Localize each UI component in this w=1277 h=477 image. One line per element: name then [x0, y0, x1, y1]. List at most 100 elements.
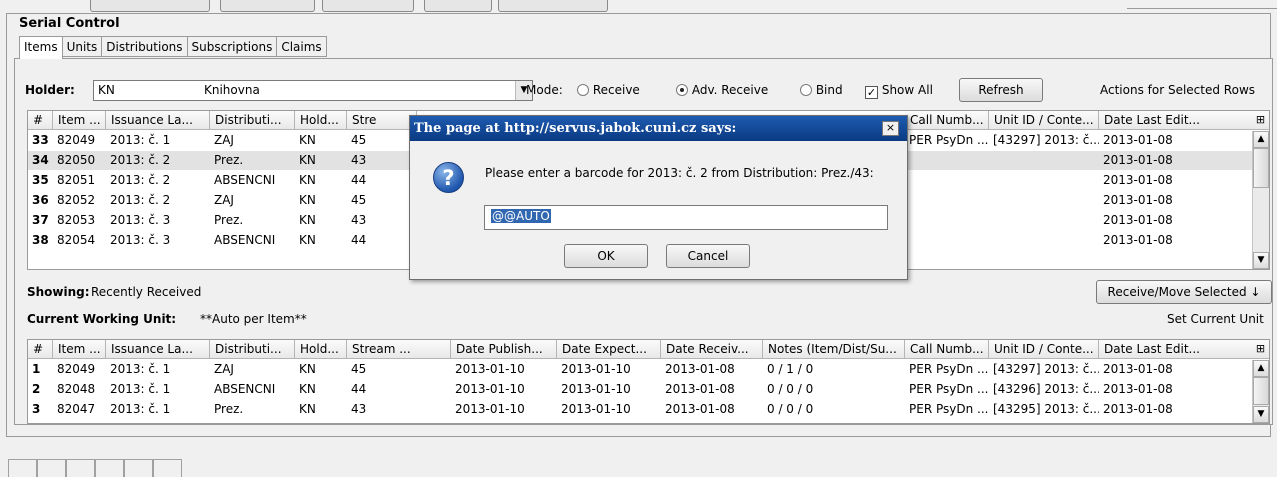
- column-header[interactable]: Hold...: [295, 340, 347, 359]
- show-all-label: Show All: [881, 83, 933, 97]
- column-header[interactable]: Unit ID / Conte...: [989, 111, 1099, 130]
- table-cell-iss: 2013: č. 2: [110, 153, 171, 167]
- actions-selected-rows-menu[interactable]: Actions for Selected Rows: [1100, 83, 1255, 97]
- table-cell-n: 3: [32, 402, 41, 416]
- scroll-thumb[interactable]: [1253, 148, 1269, 188]
- scroll-up-icon[interactable]: ▲: [1253, 131, 1269, 148]
- column-header[interactable]: #: [28, 340, 53, 359]
- column-header[interactable]: Stre: [347, 111, 417, 130]
- refresh-button[interactable]: Refresh: [959, 78, 1043, 102]
- column-header[interactable]: Item ...: [53, 111, 106, 130]
- column-header[interactable]: Distributi...: [210, 340, 295, 359]
- mode-adv-receive-option[interactable]: Adv. Receive: [676, 83, 768, 97]
- table-cell-iss: 2013: č. 1: [110, 382, 171, 396]
- table-cell-edit: 2013-01-08: [1103, 382, 1173, 396]
- table-row[interactable]: 3 82047 2013: č. 1 Prez. KN 43 2013-01-10 2013-…: [28, 400, 1269, 419]
- column-header[interactable]: Date Last Edit...: [1099, 340, 1254, 359]
- column-header[interactable]: Date Last Edit...: [1099, 111, 1254, 130]
- column-header[interactable]: Hold...: [295, 111, 347, 130]
- table-cell-unit: [989, 211, 1099, 230]
- toolbar-button[interactable]: [90, 0, 210, 12]
- column-header[interactable]: Date Expect...: [557, 340, 661, 359]
- table-cell-stream: 44: [351, 382, 367, 396]
- close-icon[interactable]: ×: [882, 121, 899, 136]
- received-grid-scrollbar[interactable]: ▲ ▼: [1252, 360, 1269, 423]
- table-cell-n: 38: [32, 233, 49, 247]
- toolbar-button[interactable]: [322, 0, 414, 12]
- table-cell-iss: 2013: č. 1: [110, 133, 171, 147]
- column-picker-icon[interactable]: ⊞: [1252, 340, 1269, 359]
- table-cell-item: 82049: [57, 133, 96, 147]
- column-picker-icon[interactable]: ⊞: [1252, 111, 1269, 130]
- table-cell-stream: 43: [351, 402, 367, 416]
- column-header[interactable]: Notes (Item/Dist/Su...: [763, 340, 905, 359]
- scroll-down-icon[interactable]: ▼: [1253, 252, 1269, 269]
- radio-icon[interactable]: [800, 84, 812, 96]
- table-cell-call: PER PsyDn ...: [909, 402, 989, 416]
- table-cell-call: [905, 151, 989, 170]
- dialog-title-bar[interactable]: The page at http://servus.jabok.cuni.cz …: [410, 116, 907, 141]
- column-header[interactable]: Stream ...: [347, 340, 451, 359]
- mode-receive-option[interactable]: Receive: [577, 83, 640, 97]
- table-row[interactable]: 1 82049 2013: č. 1 ZAJ KN 45 2013-01-10 2013-01…: [28, 360, 1269, 379]
- barcode-input[interactable]: @@AUTO: [484, 205, 888, 230]
- column-header[interactable]: #: [28, 111, 53, 130]
- table-cell-stream: 45: [351, 133, 367, 147]
- show-all-option[interactable]: ✓ Show All: [865, 83, 933, 99]
- items-grid-scrollbar[interactable]: ▲ ▼: [1252, 131, 1269, 269]
- ok-button[interactable]: OK: [564, 244, 648, 268]
- holder-code: KN: [98, 83, 115, 97]
- table-cell-iss: 2013: č. 1: [110, 362, 171, 376]
- column-header[interactable]: Date Publish...: [451, 340, 557, 359]
- status-pane: [124, 459, 153, 477]
- table-cell-edit: 2013-01-08: [1103, 213, 1173, 227]
- tab-items[interactable]: Items: [19, 36, 63, 59]
- table-cell-n: 37: [32, 213, 49, 227]
- column-header[interactable]: Date Receiv...: [661, 340, 763, 359]
- table-cell-rec: 2013-01-08: [665, 402, 735, 416]
- table-cell-stream: 44: [351, 233, 367, 247]
- table-cell-item: 82053: [57, 213, 96, 227]
- set-current-unit-link[interactable]: Set Current Unit: [1167, 312, 1264, 326]
- column-header[interactable]: Issuance La...: [106, 111, 210, 130]
- toolbar-button[interactable]: [424, 0, 492, 12]
- radio-selected-icon[interactable]: [676, 84, 688, 96]
- table-row[interactable]: 2 82048 2013: č. 1 ABSENCNI KN 44 2013-01-10 20…: [28, 380, 1269, 399]
- toolbar-button[interactable]: [498, 0, 608, 12]
- table-cell-edit: 2013-01-08: [1103, 362, 1173, 376]
- receive-move-selected-button[interactable]: Receive/Move Selected ↓: [1096, 280, 1272, 304]
- tab-claims[interactable]: Claims: [277, 36, 327, 57]
- cancel-button[interactable]: Cancel: [666, 244, 750, 268]
- radio-icon[interactable]: [577, 84, 589, 96]
- column-header[interactable]: Call Numb...: [905, 111, 989, 130]
- working-unit-label: Current Working Unit:: [27, 312, 177, 326]
- scroll-up-icon[interactable]: ▲: [1253, 360, 1269, 377]
- tab-subscriptions[interactable]: Subscriptions: [187, 36, 278, 57]
- column-header[interactable]: Call Numb...: [905, 340, 989, 359]
- table-cell-edit: 2013-01-08: [1103, 133, 1173, 147]
- scroll-thumb[interactable]: [1253, 377, 1269, 405]
- holder-select[interactable]: KN Knihovna ▼: [93, 80, 533, 101]
- status-pane: [8, 459, 37, 477]
- showing-label: Showing:: [27, 285, 90, 299]
- tab-distributions[interactable]: Distributions: [102, 36, 188, 57]
- table-cell-iss: 2013: č. 3: [110, 233, 171, 247]
- toolbar-button[interactable]: [220, 0, 315, 12]
- table-cell-call: [905, 211, 989, 230]
- column-header[interactable]: Item ...: [53, 340, 106, 359]
- column-header[interactable]: Unit ID / Conte...: [989, 340, 1099, 359]
- checkbox-checked-icon[interactable]: ✓: [865, 86, 878, 99]
- column-header[interactable]: Issuance La...: [106, 340, 210, 359]
- mode-bind-option[interactable]: Bind: [800, 83, 843, 97]
- table-cell-n: 33: [32, 133, 49, 147]
- table-cell-unit: [989, 151, 1099, 170]
- scroll-down-icon[interactable]: ▼: [1253, 406, 1269, 423]
- tab-units[interactable]: Units: [62, 36, 103, 57]
- working-unit-value: **Auto per Item**: [200, 312, 307, 326]
- table-cell-item: 82047: [57, 402, 96, 416]
- table-cell-exp: 2013-01-10: [561, 362, 631, 376]
- table-cell-stream: 43: [351, 213, 367, 227]
- table-cell-unit: [43296] 2013: č....: [993, 382, 1099, 396]
- table-cell-hold: KN: [299, 382, 316, 396]
- column-header[interactable]: Distributi...: [210, 111, 295, 130]
